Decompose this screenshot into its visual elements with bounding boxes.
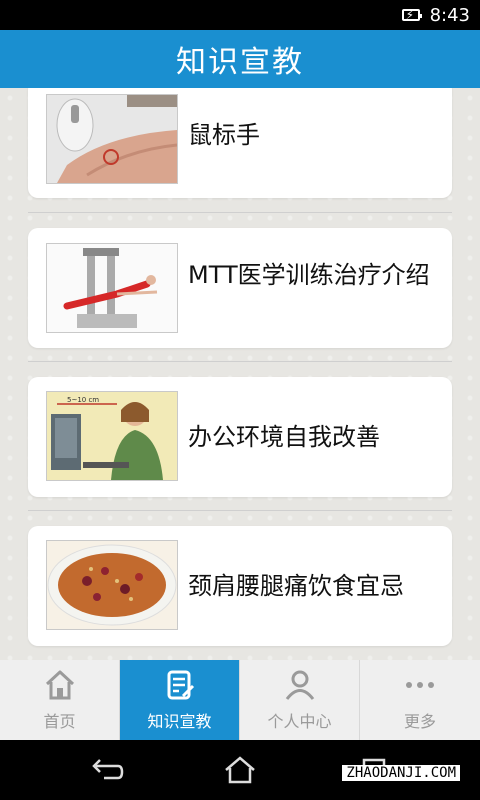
svg-text:5~10 cm: 5~10 cm [67,396,99,404]
title-bar: 知识宣教 [0,30,480,88]
tab-label: 更多 [403,712,436,731]
status-time: 8:43 [429,4,470,26]
watermark: ZHAODANJI.COM [342,765,460,781]
training-machine-photo [46,243,178,333]
tab-label: 个人中心 [267,712,332,731]
tab-knowledge[interactable]: 知识宣教 [120,660,240,740]
tab-profile[interactable]: 个人中心 [240,660,360,740]
page-title: 知识宣教 [176,45,304,80]
document-edit-icon [167,670,194,700]
divider [28,361,452,362]
divider [28,212,452,213]
list-item[interactable]: 鼠标手 [28,88,452,198]
article-list[interactable]: 鼠标手 MTT医学训练治疗介绍 5~10 cm 办公环境自我改善 颈肩腰腿痛饮食… [0,88,480,660]
tab-home[interactable]: 首页 [0,660,120,740]
article-title: 颈肩腰腿痛饮食宜忌 [188,572,404,600]
mouse-hand-photo [46,94,178,184]
divider [28,510,452,511]
article-title: 鼠标手 [188,121,260,149]
home-button-icon[interactable] [220,754,260,784]
list-item[interactable]: MTT医学训练治疗介绍 [28,228,452,348]
home-icon [45,670,74,700]
list-item[interactable]: 5~10 cm 办公环境自我改善 [28,377,452,497]
list-item[interactable]: 颈肩腰腿痛饮食宜忌 [28,526,452,646]
battery-icon: ⚡ [401,8,422,22]
tab-more[interactable]: 更多 [360,660,480,740]
tab-label: 知识宣教 [147,712,212,731]
tab-label: 首页 [43,712,76,731]
article-title: 办公环境自我改善 [188,423,380,451]
user-icon [285,670,314,700]
porridge-photo [46,540,178,630]
back-icon[interactable] [86,754,126,784]
more-dots-icon [406,682,434,688]
status-bar: ⚡ 8:43 [0,0,480,30]
office-ergonomics-illustration: 5~10 cm [46,391,178,481]
bottom-navigation: 首页 知识宣教 个人中心 更多 [0,660,480,740]
article-title: MTT医学训练治疗介绍 [188,261,430,289]
